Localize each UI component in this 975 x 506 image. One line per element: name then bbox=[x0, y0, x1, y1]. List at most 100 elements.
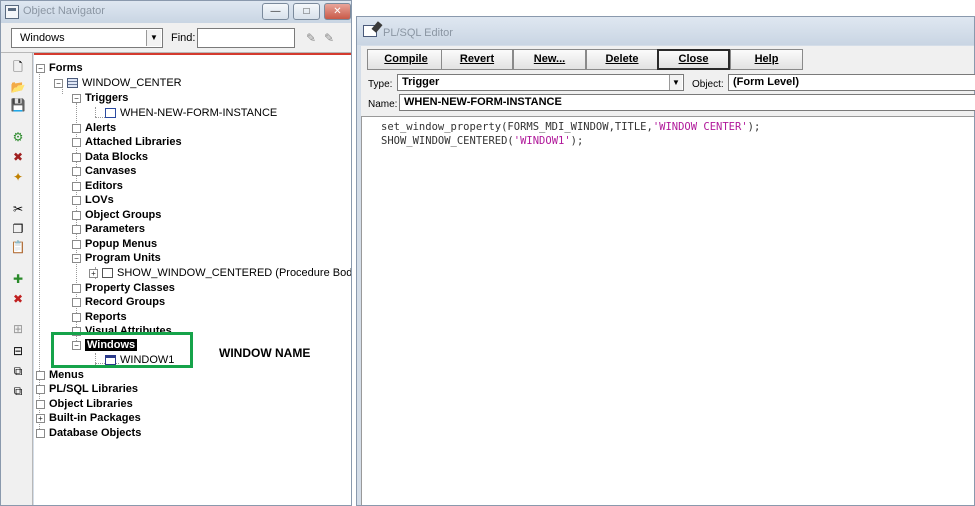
open-folder-icon[interactable]: 📂 bbox=[10, 79, 26, 95]
code-line-1: set_window_property(FORMS_MDI_WINDOW,TIT… bbox=[381, 121, 761, 133]
empty-node-icon[interactable] bbox=[36, 428, 45, 438]
window-icon bbox=[5, 5, 19, 19]
minimize-button[interactable]: — bbox=[262, 3, 289, 20]
chevron-down-icon[interactable]: ▼ bbox=[146, 30, 161, 46]
tree-node-menus[interactable]: Menus bbox=[36, 368, 84, 382]
copy-icon[interactable]: ❐ bbox=[10, 221, 26, 237]
empty-node-icon[interactable] bbox=[72, 123, 81, 133]
collapse-icon[interactable]: ⊟ bbox=[10, 343, 26, 359]
code-line-2: SHOW_WINDOW_CENTERED('WINDOW1'); bbox=[381, 135, 584, 147]
window-name-annotation: WINDOW NAME bbox=[219, 346, 311, 360]
empty-node-icon[interactable] bbox=[72, 297, 81, 307]
expand-all-icon[interactable]: ⧉ bbox=[10, 363, 26, 379]
run-icon[interactable]: ⚙ bbox=[10, 129, 26, 145]
close-button[interactable]: Close bbox=[657, 49, 730, 70]
tree-node-forms[interactable]: − Forms bbox=[36, 61, 83, 75]
chevron-down-icon[interactable]: ▼ bbox=[669, 75, 682, 90]
object-navigator-window: Object Navigator — □ ✕ Windows ▼ Find: ✎… bbox=[0, 0, 352, 506]
tree-node-database-objects[interactable]: Database Objects bbox=[36, 426, 141, 440]
object-select[interactable]: (Form Level) bbox=[728, 74, 975, 91]
type-label: Type: bbox=[368, 79, 393, 90]
tree-node-object-groups[interactable]: Object Groups bbox=[72, 208, 161, 222]
tree-node-program-unit-item[interactable]: + SHOW_WINDOW_CENTERED (Procedure Body bbox=[89, 266, 351, 280]
name-value: WHEN-NEW-FORM-INSTANCE bbox=[404, 96, 562, 108]
stop-icon[interactable]: ✖ bbox=[10, 149, 26, 165]
tree-node-editors[interactable]: Editors bbox=[72, 179, 123, 193]
tree-node-attached-libraries[interactable]: Attached Libraries bbox=[72, 135, 182, 149]
save-icon[interactable]: 💾 bbox=[10, 97, 26, 113]
tree-node-trigger-item[interactable]: WHEN-NEW-FORM-INSTANCE bbox=[105, 106, 277, 120]
find-input[interactable] bbox=[197, 28, 295, 48]
empty-node-icon[interactable] bbox=[72, 152, 81, 162]
tree-node-lovs[interactable]: LOVs bbox=[72, 193, 114, 207]
object-type-value: Windows bbox=[20, 32, 65, 44]
empty-node-icon[interactable] bbox=[36, 384, 45, 394]
collapse-toggle-icon[interactable]: − bbox=[72, 93, 81, 103]
type-select[interactable]: Trigger ▼ bbox=[397, 74, 684, 91]
create-icon[interactable]: ✚ bbox=[10, 271, 26, 287]
collapse-toggle-icon[interactable]: − bbox=[54, 78, 63, 88]
editor-titlebar[interactable]: PL/SQL Editor bbox=[357, 17, 974, 45]
navigator-title: Object Navigator bbox=[23, 5, 105, 17]
windows-highlight-box bbox=[51, 332, 193, 368]
expand-toggle-icon[interactable]: + bbox=[89, 268, 98, 278]
empty-node-icon[interactable] bbox=[72, 195, 81, 205]
name-field[interactable]: WHEN-NEW-FORM-INSTANCE bbox=[399, 94, 975, 111]
empty-node-icon[interactable] bbox=[72, 166, 81, 176]
object-type-select[interactable]: Windows ▼ bbox=[11, 28, 163, 48]
collapse-toggle-icon[interactable]: − bbox=[72, 253, 81, 263]
search-forward-icon[interactable]: ✎ bbox=[306, 31, 316, 45]
help-button[interactable]: Help bbox=[730, 49, 803, 70]
tree-node-data-blocks[interactable]: Data Blocks bbox=[72, 150, 148, 164]
delete-icon[interactable]: ✖ bbox=[10, 291, 26, 307]
maximize-button[interactable]: □ bbox=[293, 3, 320, 20]
tree-node-canvases[interactable]: Canvases bbox=[72, 164, 136, 178]
search-backward-icon[interactable]: ✎ bbox=[324, 31, 334, 45]
code-editor[interactable]: set_window_property(FORMS_MDI_WINDOW,TIT… bbox=[361, 116, 974, 505]
empty-node-icon[interactable] bbox=[72, 210, 81, 220]
navigator-toolbar: Windows ▼ Find: ✎ ✎ bbox=[1, 23, 351, 53]
plsql-editor-window: PL/SQL Editor Compile Revert New... Dele… bbox=[356, 16, 975, 506]
paste-icon[interactable]: 📋 bbox=[10, 239, 26, 255]
delete-button[interactable]: Delete bbox=[586, 49, 658, 70]
collapse-toggle-icon[interactable]: − bbox=[36, 63, 45, 73]
empty-node-icon[interactable] bbox=[72, 224, 81, 234]
editor-icon bbox=[363, 25, 377, 37]
collapse-all-icon[interactable]: ⧉ bbox=[10, 383, 26, 399]
navigator-titlebar[interactable]: Object Navigator — □ ✕ bbox=[1, 1, 351, 23]
empty-node-icon[interactable] bbox=[72, 181, 81, 191]
tree-node-object-libraries[interactable]: Object Libraries bbox=[36, 397, 133, 411]
tree-node-form[interactable]: − WINDOW_CENTER bbox=[54, 76, 182, 90]
object-tree[interactable]: − Forms − WINDOW_CENTER − Triggers WHEN-NEW… bbox=[34, 53, 351, 505]
tree-node-triggers[interactable]: − Triggers bbox=[72, 91, 128, 105]
revert-button[interactable]: Revert bbox=[441, 49, 513, 70]
editor-title: PL/SQL Editor bbox=[383, 27, 453, 39]
tree-node-parameters[interactable]: Parameters bbox=[72, 222, 145, 236]
editor-body: Compile Revert New... Delete Close Help … bbox=[361, 46, 975, 505]
trigger-icon bbox=[105, 108, 116, 119]
tree-node-plsql-libraries[interactable]: PL/SQL Libraries bbox=[36, 382, 138, 396]
empty-node-icon[interactable] bbox=[72, 312, 81, 322]
tree-node-popup-menus[interactable]: Popup Menus bbox=[72, 237, 157, 251]
cut-icon[interactable]: ✂ bbox=[10, 201, 26, 217]
empty-node-icon[interactable] bbox=[72, 283, 81, 293]
close-button[interactable]: ✕ bbox=[324, 3, 351, 20]
compile-button[interactable]: Compile bbox=[367, 49, 445, 70]
empty-node-icon[interactable] bbox=[72, 239, 81, 249]
name-label: Name: bbox=[368, 99, 398, 110]
expand-icon[interactable]: ⊞ bbox=[10, 321, 26, 337]
new-button[interactable]: New... bbox=[513, 49, 586, 70]
find-label: Find: bbox=[171, 32, 196, 44]
new-file-icon[interactable]: 🗋 bbox=[10, 59, 26, 75]
tree-node-alerts[interactable]: Alerts bbox=[72, 121, 116, 135]
tree-node-builtin-packages[interactable]: + Built-in Packages bbox=[36, 411, 141, 425]
debug-icon[interactable]: ✦ bbox=[10, 169, 26, 185]
empty-node-icon[interactable] bbox=[36, 399, 45, 409]
tree-node-property-classes[interactable]: Property Classes bbox=[72, 281, 175, 295]
tree-node-record-groups[interactable]: Record Groups bbox=[72, 295, 165, 309]
empty-node-icon[interactable] bbox=[72, 137, 81, 147]
tree-node-program-units[interactable]: − Program Units bbox=[72, 251, 161, 265]
expand-toggle-icon[interactable]: + bbox=[36, 413, 45, 423]
empty-node-icon[interactable] bbox=[36, 370, 45, 380]
tree-node-reports[interactable]: Reports bbox=[72, 310, 127, 324]
